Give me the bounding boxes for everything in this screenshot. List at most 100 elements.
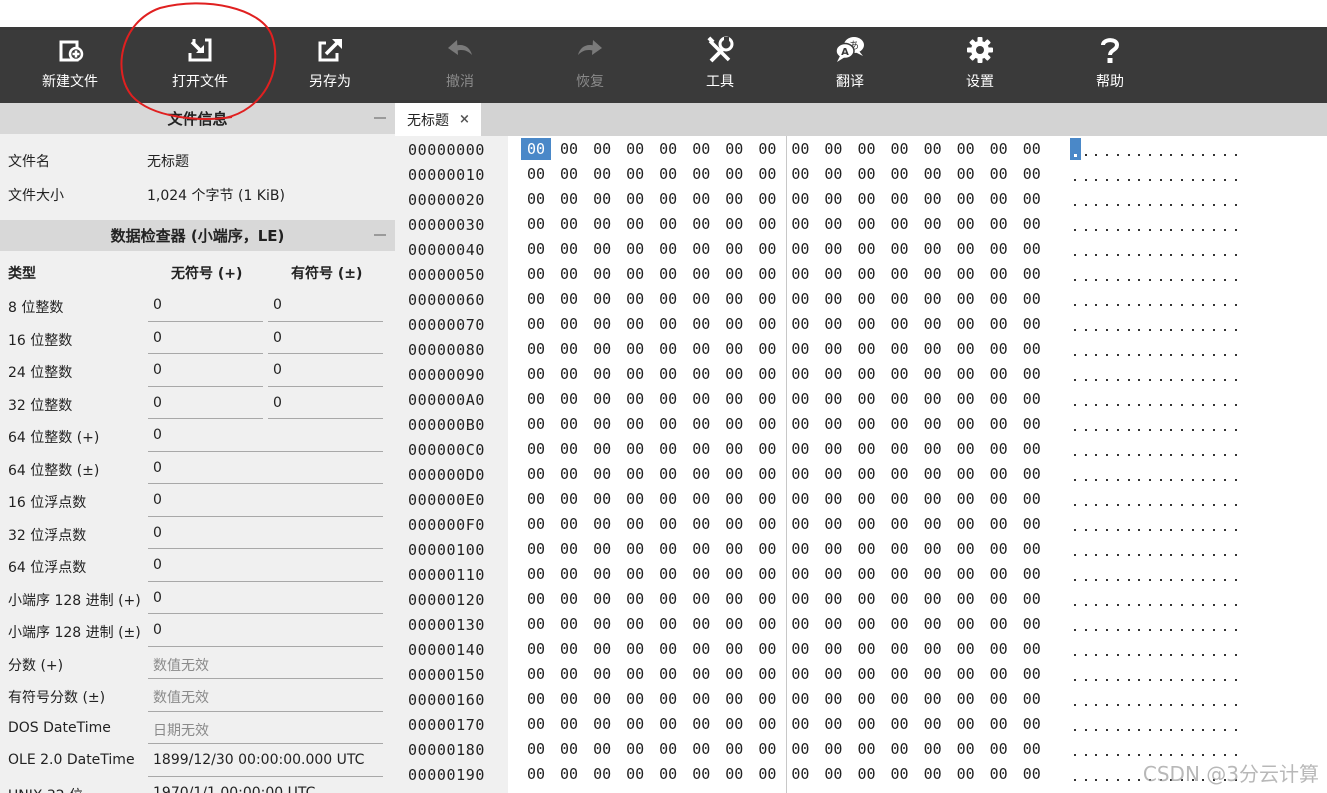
hex-byte[interactable]: 00: [719, 313, 749, 335]
hex-byte[interactable]: 00: [818, 463, 848, 485]
hex-byte[interactable]: 00: [852, 563, 882, 585]
value-field[interactable]: 0: [148, 452, 383, 484]
hex-byte[interactable]: 00: [785, 288, 815, 310]
ascii-column[interactable]: [1070, 516, 1245, 533]
hex-byte[interactable]: 00: [852, 313, 882, 335]
hex-byte[interactable]: 00: [587, 313, 617, 335]
hex-byte[interactable]: 00: [785, 438, 815, 460]
hex-byte[interactable]: 00: [818, 388, 848, 410]
hex-byte[interactable]: 00: [752, 488, 782, 510]
hex-byte[interactable]: 00: [752, 563, 782, 585]
hex-byte[interactable]: 00: [918, 213, 948, 235]
hex-byte[interactable]: 00: [719, 238, 749, 260]
hex-byte[interactable]: 00: [719, 613, 749, 635]
value-field[interactable]: 0: [148, 582, 383, 614]
hex-byte[interactable]: 00: [852, 613, 882, 635]
hex-byte[interactable]: 00: [918, 163, 948, 185]
hex-byte[interactable]: 00: [620, 688, 650, 710]
hex-byte[interactable]: 00: [1017, 513, 1047, 535]
hex-byte[interactable]: 00: [686, 288, 716, 310]
hex-byte[interactable]: 00: [984, 713, 1014, 735]
collapse-icon[interactable]: [374, 234, 386, 236]
hex-byte[interactable]: 00: [885, 388, 915, 410]
hex-byte[interactable]: 00: [587, 438, 617, 460]
hex-byte[interactable]: 00: [984, 563, 1014, 585]
hex-byte[interactable]: 00: [984, 138, 1014, 160]
hex-byte[interactable]: 00: [653, 488, 683, 510]
hex-byte[interactable]: 00: [785, 588, 815, 610]
hex-byte[interactable]: 00: [918, 763, 948, 785]
hex-byte[interactable]: 00: [951, 263, 981, 285]
hex-byte[interactable]: 00: [719, 588, 749, 610]
hex-byte[interactable]: 00: [918, 388, 948, 410]
value-field[interactable]: 日期无效: [148, 712, 383, 744]
ascii-column[interactable]: [1070, 316, 1245, 333]
hex-byte[interactable]: 00: [719, 413, 749, 435]
ascii-column[interactable]: [1070, 216, 1245, 233]
new-file-button[interactable]: 新建文件: [15, 27, 125, 103]
hex-byte[interactable]: 00: [818, 513, 848, 535]
hex-byte[interactable]: 00: [1017, 263, 1047, 285]
hex-byte[interactable]: 00: [653, 263, 683, 285]
hex-byte[interactable]: 00: [587, 688, 617, 710]
hex-byte[interactable]: 00: [885, 238, 915, 260]
hex-byte[interactable]: 00: [951, 363, 981, 385]
hex-byte[interactable]: 00: [719, 363, 749, 385]
hex-byte[interactable]: 00: [521, 588, 551, 610]
hex-byte[interactable]: 00: [1017, 188, 1047, 210]
hex-byte[interactable]: 00: [521, 538, 551, 560]
ascii-column[interactable]: [1070, 391, 1245, 408]
hex-byte[interactable]: 00: [818, 613, 848, 635]
hex-byte[interactable]: 00: [1017, 563, 1047, 585]
hex-byte[interactable]: 00: [951, 638, 981, 660]
hex-byte[interactable]: 00: [885, 563, 915, 585]
hex-byte[interactable]: 00: [918, 463, 948, 485]
hex-byte[interactable]: 00: [785, 388, 815, 410]
ascii-column[interactable]: [1070, 541, 1245, 558]
ascii-column[interactable]: [1070, 166, 1245, 183]
hex-byte[interactable]: 00: [620, 563, 650, 585]
ascii-column[interactable]: [1070, 141, 1245, 158]
hex-byte[interactable]: 00: [984, 188, 1014, 210]
hex-byte[interactable]: 00: [653, 313, 683, 335]
hex-byte[interactable]: 00: [785, 538, 815, 560]
hex-byte[interactable]: 00: [818, 713, 848, 735]
hex-byte[interactable]: 00: [554, 313, 584, 335]
hex-byte[interactable]: 00: [521, 213, 551, 235]
hex-byte[interactable]: 00: [686, 513, 716, 535]
hex-byte[interactable]: 00: [818, 563, 848, 585]
hex-byte[interactable]: 00: [1017, 613, 1047, 635]
hex-byte[interactable]: 00: [620, 488, 650, 510]
hex-byte[interactable]: 00: [918, 338, 948, 360]
hex-byte[interactable]: 00: [885, 538, 915, 560]
hex-byte[interactable]: 00: [587, 288, 617, 310]
hex-byte[interactable]: 00: [951, 438, 981, 460]
unsigned-value-field[interactable]: 0: [148, 354, 263, 387]
hex-byte[interactable]: 00: [1017, 388, 1047, 410]
hex-byte[interactable]: 00: [686, 763, 716, 785]
ascii-column[interactable]: [1070, 591, 1245, 608]
hex-byte[interactable]: 00: [852, 438, 882, 460]
hex-byte[interactable]: 00: [852, 388, 882, 410]
hex-byte[interactable]: 00: [1017, 488, 1047, 510]
hex-byte[interactable]: 00: [951, 563, 981, 585]
hex-byte[interactable]: 00: [686, 638, 716, 660]
value-field[interactable]: 1970/1/1 00:00:00 UTC: [148, 777, 383, 793]
unsigned-value-field[interactable]: 0: [148, 322, 263, 354]
hex-byte[interactable]: 00: [852, 338, 882, 360]
hex-byte[interactable]: 00: [918, 663, 948, 685]
ascii-column[interactable]: [1070, 241, 1245, 258]
hex-byte[interactable]: 00: [818, 338, 848, 360]
hex-byte[interactable]: 00: [885, 438, 915, 460]
hex-byte[interactable]: 00: [752, 588, 782, 610]
hex-byte[interactable]: 00: [521, 613, 551, 635]
hex-byte[interactable]: 00: [719, 538, 749, 560]
hex-byte[interactable]: 00: [653, 363, 683, 385]
hex-byte[interactable]: 00: [587, 263, 617, 285]
value-field[interactable]: 1899/12/30 00:00:00.000 UTC: [148, 744, 383, 777]
hex-byte[interactable]: 00: [719, 188, 749, 210]
hex-byte[interactable]: 00: [719, 138, 749, 160]
hex-byte[interactable]: 00: [686, 263, 716, 285]
signed-value-field[interactable]: 0: [268, 387, 383, 419]
hex-byte[interactable]: 00: [918, 688, 948, 710]
